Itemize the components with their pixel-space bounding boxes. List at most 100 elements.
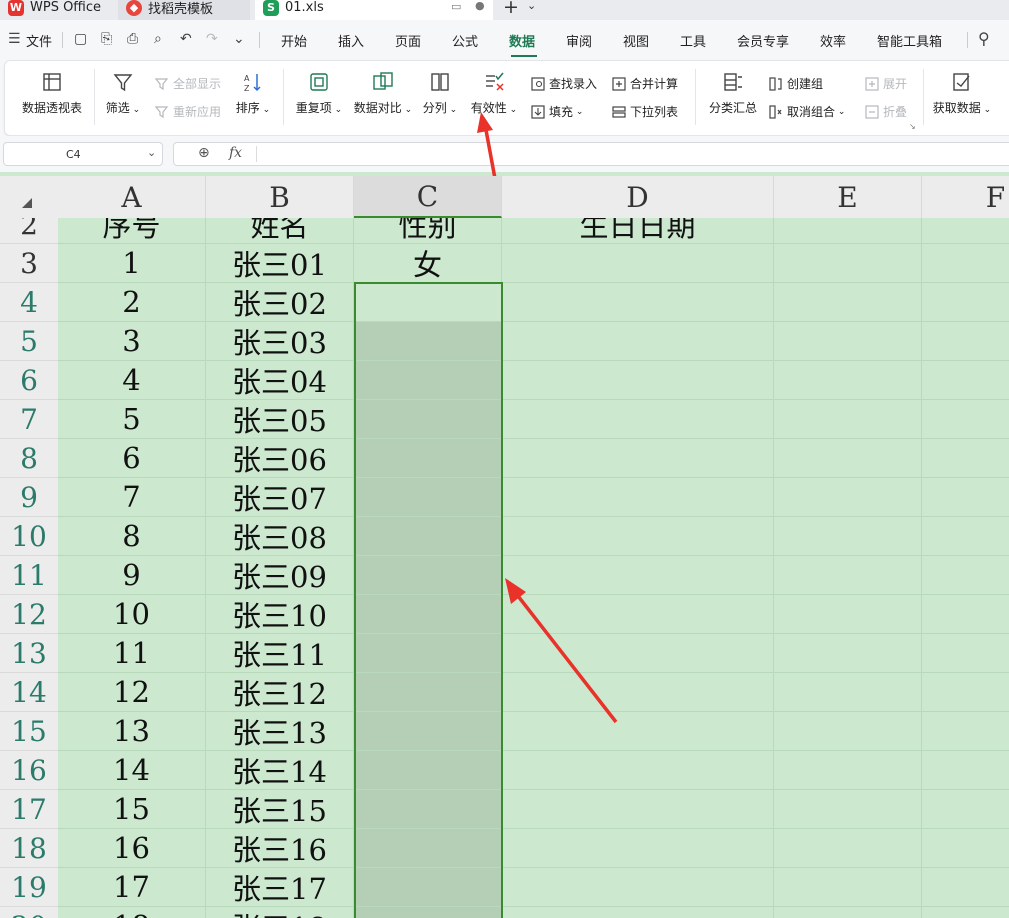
redo-icon[interactable]: ↷ bbox=[206, 31, 218, 47]
cell-b7[interactable]: 张三05 bbox=[206, 400, 354, 439]
row-header[interactable]: 17 bbox=[0, 790, 58, 829]
cell-f14[interactable] bbox=[922, 673, 1009, 712]
function-fx-icon[interactable]: fx bbox=[229, 145, 242, 161]
cell-c20[interactable] bbox=[354, 907, 502, 918]
cell-f19[interactable] bbox=[922, 868, 1009, 907]
menu-tools[interactable]: 工具 bbox=[680, 31, 706, 50]
cell-d10[interactable] bbox=[502, 517, 774, 556]
undo-icon[interactable]: ↶ bbox=[180, 31, 192, 47]
cell-e3[interactable] bbox=[774, 244, 922, 283]
row-header[interactable]: 9 bbox=[0, 478, 58, 517]
cell-a3[interactable]: 1 bbox=[58, 244, 206, 283]
zoom-formula-icon[interactable]: ⊕ bbox=[198, 145, 210, 161]
cell-f7[interactable] bbox=[922, 400, 1009, 439]
print-preview-icon[interactable]: ⌕ bbox=[154, 31, 162, 47]
reapply-button[interactable]: 重新应用 bbox=[155, 103, 221, 120]
cell-b12[interactable]: 张三10 bbox=[206, 595, 354, 634]
cell-c18[interactable] bbox=[354, 829, 502, 868]
cell-d7[interactable] bbox=[502, 400, 774, 439]
column-header-d[interactable]: D bbox=[502, 176, 774, 218]
tab-wps-office[interactable]: W WPS Office bbox=[0, 0, 112, 20]
cell-a18[interactable]: 16 bbox=[58, 829, 206, 868]
tab-spreadsheet-file[interactable]: S 01.xls ▭ ● bbox=[255, 0, 493, 20]
cell-d11[interactable] bbox=[502, 556, 774, 595]
row-header[interactable]: 12 bbox=[0, 595, 58, 634]
cell-c14[interactable] bbox=[354, 673, 502, 712]
export-pdf-icon[interactable]: ⎘ bbox=[101, 31, 112, 47]
row-header[interactable]: 6 bbox=[0, 361, 58, 400]
cell-e10[interactable] bbox=[774, 517, 922, 556]
cell-e8[interactable] bbox=[774, 439, 922, 478]
dropdown-list-button[interactable]: 下拉列表 bbox=[612, 103, 678, 120]
cell-a6[interactable]: 4 bbox=[58, 361, 206, 400]
cell-b16[interactable]: 张三14 bbox=[206, 751, 354, 790]
cell-f4[interactable] bbox=[922, 283, 1009, 322]
menu-smart-toolbox[interactable]: 智能工具箱 bbox=[877, 31, 942, 50]
cell-c4[interactable] bbox=[354, 283, 502, 322]
monitor-icon[interactable]: ▭ bbox=[451, 0, 461, 13]
cell-c12[interactable] bbox=[354, 595, 502, 634]
cell-d15[interactable] bbox=[502, 712, 774, 751]
menu-home[interactable]: 开始 bbox=[281, 31, 307, 50]
cell-d19[interactable] bbox=[502, 868, 774, 907]
tab-list-chevron-icon[interactable]: ⌄ bbox=[527, 0, 536, 12]
cell-f12[interactable] bbox=[922, 595, 1009, 634]
cell-b13[interactable]: 张三11 bbox=[206, 634, 354, 673]
menu-efficiency[interactable]: 效率 bbox=[820, 31, 846, 50]
cell-d5[interactable] bbox=[502, 322, 774, 361]
cell-e19[interactable] bbox=[774, 868, 922, 907]
cell-b20[interactable]: 张三18 bbox=[206, 907, 354, 918]
cell-a13[interactable]: 11 bbox=[58, 634, 206, 673]
split-column-button[interactable]: 分列 ⌄ bbox=[419, 71, 461, 116]
find-entry-button[interactable]: 查找录入 bbox=[531, 75, 597, 92]
row-header[interactable]: 7 bbox=[0, 400, 58, 439]
cell-b6[interactable]: 张三04 bbox=[206, 361, 354, 400]
quick-access-chevron-icon[interactable]: ⌄ bbox=[233, 31, 245, 47]
spreadsheet-grid[interactable]: ABCDEF 2 序号 姓名 性别 生日日期 3 1 张三01 女 4 2 张三02 5 3 张三03 6 4 张… bbox=[0, 172, 1009, 918]
cell-b8[interactable]: 张三06 bbox=[206, 439, 354, 478]
duplicates-button[interactable]: 重复项 ⌄ bbox=[293, 71, 345, 116]
cell-c5[interactable] bbox=[354, 322, 502, 361]
cell-b11[interactable]: 张三09 bbox=[206, 556, 354, 595]
expand-button[interactable]: 展开 bbox=[865, 75, 907, 92]
cell-a12[interactable]: 10 bbox=[58, 595, 206, 634]
cell-e20[interactable] bbox=[774, 907, 922, 918]
cell-c13[interactable] bbox=[354, 634, 502, 673]
cell-f15[interactable] bbox=[922, 712, 1009, 751]
cell-b17[interactable]: 张三15 bbox=[206, 790, 354, 829]
select-all-corner[interactable] bbox=[0, 176, 58, 218]
cell-a17[interactable]: 15 bbox=[58, 790, 206, 829]
cell-a20[interactable]: 18 bbox=[58, 907, 206, 918]
row-header[interactable]: 11 bbox=[0, 556, 58, 595]
collapse-button[interactable]: 折叠 bbox=[865, 103, 907, 120]
cell-d9[interactable] bbox=[502, 478, 774, 517]
cell-e6[interactable] bbox=[774, 361, 922, 400]
cell-f5[interactable] bbox=[922, 322, 1009, 361]
cell-e7[interactable] bbox=[774, 400, 922, 439]
sort-button[interactable]: AZ 排序 ⌄ bbox=[233, 71, 273, 116]
column-header-b[interactable]: B bbox=[206, 176, 354, 218]
filter-button[interactable]: 筛选 ⌄ bbox=[103, 71, 143, 116]
cell-b19[interactable]: 张三17 bbox=[206, 868, 354, 907]
cell-d3[interactable] bbox=[502, 244, 774, 283]
cell-f16[interactable] bbox=[922, 751, 1009, 790]
cell-a10[interactable]: 8 bbox=[58, 517, 206, 556]
row-header[interactable]: 20 bbox=[0, 907, 58, 918]
menu-file[interactable]: 文件 bbox=[26, 31, 52, 50]
cell-f6[interactable] bbox=[922, 361, 1009, 400]
cell-a9[interactable]: 7 bbox=[58, 478, 206, 517]
cell-e16[interactable] bbox=[774, 751, 922, 790]
cell-a5[interactable]: 3 bbox=[58, 322, 206, 361]
cell-e17[interactable] bbox=[774, 790, 922, 829]
cell-a4[interactable]: 2 bbox=[58, 283, 206, 322]
cell-e12[interactable] bbox=[774, 595, 922, 634]
subtotal-button[interactable]: 分类汇总 bbox=[703, 71, 763, 116]
show-all-button[interactable]: 全部显示 bbox=[155, 75, 221, 92]
cell-b10[interactable]: 张三08 bbox=[206, 517, 354, 556]
cell-e14[interactable] bbox=[774, 673, 922, 712]
cell-c11[interactable] bbox=[354, 556, 502, 595]
cell-d17[interactable] bbox=[502, 790, 774, 829]
cell-e13[interactable] bbox=[774, 634, 922, 673]
cell-d20[interactable] bbox=[502, 907, 774, 918]
cell-c17[interactable] bbox=[354, 790, 502, 829]
